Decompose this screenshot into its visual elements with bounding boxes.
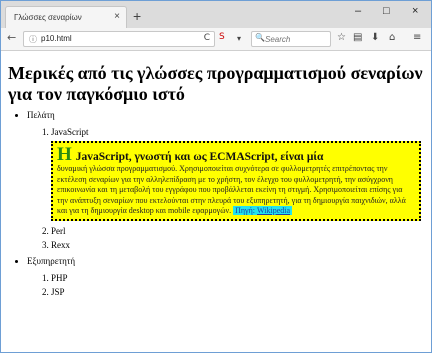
- server-language-list: PHP JSP: [27, 271, 421, 299]
- home-icon[interactable]: ⌂: [389, 32, 395, 43]
- list-item-client: Πελάτη JavaScript H JavaScript, γνωστή κ…: [27, 109, 421, 252]
- bookmark-star-icon[interactable]: ☆: [337, 32, 346, 43]
- list-item: Perl: [51, 224, 421, 238]
- description-title: JavaScript, γνωστή και ως ECMAScript, εί…: [75, 151, 324, 163]
- search-icon: 🔍: [255, 33, 265, 42]
- javascript-description-box: H JavaScript, γνωστή και ως ECMAScript, …: [51, 141, 421, 221]
- list-item: JavaScript H JavaScript, γνωστή και ως E…: [51, 125, 421, 221]
- description-body: δυναμική γλώσσα προγραμματισμού. Χρησιμο…: [57, 164, 406, 215]
- tab-title: Γλώσσες σεναρίων: [14, 13, 82, 22]
- noscript-icon[interactable]: S: [219, 32, 225, 42]
- wikipedia-link[interactable]: Wikipedia: [257, 206, 290, 215]
- search-input[interactable]: [265, 33, 327, 45]
- menu-icon[interactable]: ≡: [413, 32, 421, 43]
- list-item-server: Εξυπηρετητή PHP JSP: [27, 255, 421, 299]
- title-bar: Γλώσσες σεναρίων × + – □ ×: [1, 1, 431, 29]
- page-title: Μερικές από τις γλώσσες προγραμματισμού …: [8, 63, 423, 104]
- download-icon[interactable]: ⬇: [371, 32, 379, 43]
- language-name: JSP: [51, 286, 65, 297]
- client-language-list: JavaScript H JavaScript, γνωστή και ως E…: [27, 125, 421, 252]
- url-text[interactable]: p10.html: [41, 34, 72, 43]
- noscript-dropdown-icon[interactable]: ▾: [237, 34, 241, 43]
- language-name: JavaScript: [51, 127, 89, 137]
- category-list: Πελάτη JavaScript H JavaScript, γνωστή κ…: [1, 109, 421, 302]
- back-arrow-icon[interactable]: ←: [7, 31, 16, 44]
- info-icon[interactable]: ⓘ: [29, 34, 37, 45]
- language-name: Rexx: [51, 239, 70, 250]
- category-label: Πελάτη: [27, 110, 55, 120]
- source-label: Πηγή: [235, 206, 253, 215]
- drop-cap: H: [57, 144, 72, 165]
- list-item: JSP: [51, 285, 421, 299]
- reload-icon[interactable]: C: [204, 33, 210, 43]
- page-content: Μερικές από τις γλώσσες προγραμματισμού …: [1, 51, 431, 352]
- browser-tab[interactable]: Γλώσσες σεναρίων ×: [5, 6, 127, 29]
- list-item: Rexx: [51, 238, 421, 252]
- minimize-button[interactable]: –: [355, 5, 361, 17]
- language-name: Perl: [51, 225, 66, 236]
- navigation-bar: ← ⓘ p10.html C S ▾ 🔍 ☆ ▤ ⬇ ⌂ ≡: [1, 28, 431, 51]
- tab-close-icon[interactable]: ×: [114, 11, 120, 22]
- maximize-button[interactable]: □: [383, 5, 390, 17]
- address-bar[interactable]: ⓘ p10.html C: [23, 31, 215, 47]
- category-label: Εξυπηρετητή: [27, 255, 76, 266]
- search-box[interactable]: 🔍: [251, 31, 331, 47]
- language-name: PHP: [51, 272, 68, 283]
- close-window-button[interactable]: ×: [412, 5, 418, 17]
- library-icon[interactable]: ▤: [353, 32, 362, 43]
- source-citation: Πηγή: Wikipedia: [233, 206, 293, 215]
- list-item: PHP: [51, 271, 421, 285]
- new-tab-button[interactable]: +: [133, 8, 141, 24]
- browser-window: Γλώσσες σεναρίων × + – □ × ← ⓘ p10.html …: [0, 0, 432, 353]
